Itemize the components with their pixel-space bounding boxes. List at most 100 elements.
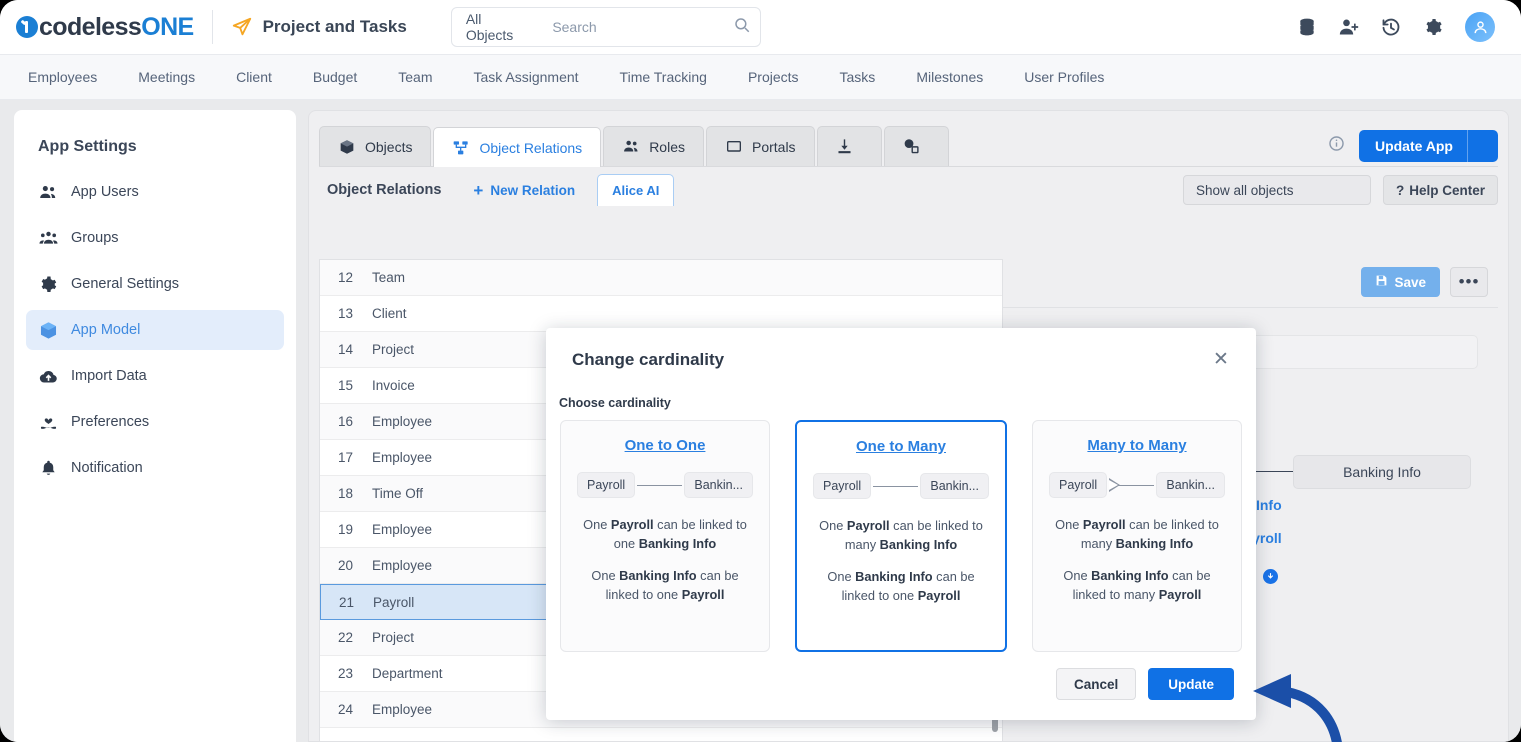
row-id: 18 — [338, 486, 354, 501]
sidebar-item-preferences[interactable]: Preferences — [26, 402, 284, 442]
sidebar-item-notification[interactable]: Notification — [26, 448, 284, 488]
card-title[interactable]: One to Many — [856, 438, 946, 455]
tab-roles[interactable]: Roles — [603, 126, 704, 166]
sidebar-item-label: Import Data — [71, 368, 147, 384]
sidebar-item-app-model[interactable]: App Model — [26, 310, 284, 350]
menu-item-milestones[interactable]: Milestones — [916, 69, 998, 85]
connector-arrow — [1109, 477, 1155, 492]
tab-object-relations[interactable]: Object Relations — [433, 127, 602, 167]
new-relation-button[interactable]: + New Relation — [473, 182, 575, 199]
choose-cardinality-label: Choose cardinality — [559, 396, 671, 410]
card-diagram: Payroll Bankin... — [813, 473, 989, 499]
menu-item-client[interactable]: Client — [236, 69, 287, 85]
object-relations-title: Object Relations — [327, 182, 442, 198]
gear-icon[interactable] — [1423, 17, 1443, 37]
menu-label: Budget — [312, 69, 358, 85]
more-options-button[interactable]: ••• — [1450, 267, 1488, 297]
update-app-button[interactable]: Update App — [1358, 130, 1498, 162]
info-icon[interactable] — [1328, 135, 1345, 157]
row-id: 19 — [338, 522, 354, 537]
tab-portals[interactable]: Portals — [705, 126, 815, 166]
row-id: 17 — [338, 450, 354, 465]
row-id: 24 — [338, 702, 354, 717]
menu-item-projects[interactable]: Projects — [748, 69, 814, 85]
card-description-1: One Payroll can be linked to one Banking… — [575, 516, 755, 553]
help-center-button[interactable]: ? Help Center — [1382, 175, 1498, 205]
menu-item-time-tracking[interactable]: Time Tracking — [620, 69, 722, 85]
paper-plane-icon — [231, 16, 253, 38]
cancel-button[interactable]: Cancel — [1055, 668, 1137, 700]
show-objects-select[interactable]: Show all objects — [1182, 175, 1371, 205]
menu-item-task-assignment[interactable]: Task Assignment — [473, 69, 593, 85]
tab-shapes[interactable] — [883, 126, 949, 166]
sidebar-item-general-settings[interactable]: General Settings — [26, 264, 284, 304]
card-diagram: Payroll Bankin... — [1049, 472, 1225, 498]
app-title-text: Project and Tasks — [262, 17, 407, 36]
update-button[interactable]: Update — [1148, 668, 1234, 700]
cardinality-card-many-to-many[interactable]: Many to Many Payroll Bankin... One Payro… — [1032, 420, 1242, 652]
add-user-icon[interactable] — [1339, 17, 1359, 37]
users-icon — [622, 138, 640, 156]
row-id: 23 — [338, 666, 354, 681]
table-row[interactable]: 13 Client — [320, 296, 1002, 332]
sidebar-item-label: App Model — [71, 322, 141, 338]
desc-prefix: One — [1055, 517, 1083, 532]
app-logo[interactable]: codelessONE — [16, 13, 194, 42]
connector-line — [873, 485, 919, 487]
chip-right-entity: Bankin... — [1156, 472, 1225, 498]
card-description-1: One Payroll can be linked to many Bankin… — [811, 517, 991, 554]
avatar[interactable] — [1465, 12, 1495, 42]
alice-ai-tab[interactable]: Alice AI — [597, 174, 675, 206]
logo-text-blue: ONE — [141, 12, 194, 41]
search-input[interactable] — [538, 19, 734, 35]
menu-item-budget[interactable]: Budget — [313, 69, 372, 85]
row-id: 22 — [338, 630, 354, 645]
sidebar-item-label: General Settings — [71, 276, 180, 292]
chip-left-entity: Payroll — [813, 473, 872, 499]
tab-download[interactable] — [816, 126, 882, 166]
row-id: 20 — [338, 558, 354, 573]
table-row[interactable]: 12 Team — [320, 260, 1002, 296]
sidebar-item-label: Preferences — [71, 414, 150, 430]
relations-icon — [452, 139, 470, 157]
portal-icon — [725, 138, 743, 156]
cardinality-card-one-to-many[interactable]: One to Many Payroll Bankin... One Payrol… — [795, 420, 1007, 652]
cardinality-card-one-to-one[interactable]: One to One Payroll Bankin... One Payroll… — [560, 420, 770, 652]
desc-bold-entity: Payroll — [1082, 517, 1126, 532]
row-id: 13 — [338, 306, 354, 321]
card-title[interactable]: Many to Many — [1087, 437, 1186, 454]
sidebar: App Settings App Users Groups General Se… — [14, 110, 296, 742]
menu-label: Meetings — [138, 69, 196, 85]
menu-label: Employees — [28, 69, 98, 85]
chip-left-entity: Payroll — [1049, 472, 1108, 498]
desc-prefix: One — [827, 569, 856, 585]
history-icon[interactable] — [1381, 17, 1401, 37]
menu-item-meetings[interactable]: Meetings — [138, 69, 210, 85]
modal-header: Change cardinality ✕ — [546, 328, 1256, 370]
search-scope-dropdown[interactable]: All Objects — [452, 11, 538, 43]
sidebar-item-app-users[interactable]: App Users — [26, 172, 284, 212]
sidebar-item-label: Groups — [71, 230, 119, 246]
sidebar-item-import-data[interactable]: Import Data — [26, 356, 284, 396]
menu-item-employees[interactable]: Employees — [28, 69, 112, 85]
desc-bold-entity: Banking Info — [619, 568, 697, 584]
menu-item-user-profiles[interactable]: User Profiles — [1024, 69, 1119, 85]
tab-objects[interactable]: Objects — [319, 126, 432, 166]
groups-icon — [38, 228, 58, 248]
desc-bold-entity: Banking Info — [855, 569, 933, 585]
close-icon[interactable]: ✕ — [1208, 346, 1234, 372]
menu-label: Projects — [747, 69, 799, 85]
card-title[interactable]: One to One — [625, 437, 706, 454]
search-icon[interactable] — [733, 16, 751, 39]
database-icon[interactable] — [1297, 17, 1317, 37]
menu-item-team[interactable]: Team — [398, 69, 447, 85]
sidebar-item-groups[interactable]: Groups — [26, 218, 284, 258]
menu-item-tasks[interactable]: Tasks — [840, 69, 891, 85]
save-button[interactable]: Save — [1361, 267, 1440, 297]
node-label: Banking Info — [1343, 464, 1421, 480]
tab-label: Roles — [649, 138, 685, 155]
diagram-node-banking-info[interactable]: Banking Info — [1293, 455, 1471, 489]
card-description-2: One Banking Info can be linked to one Pa… — [575, 567, 755, 604]
row-id: 21 — [339, 594, 355, 610]
menu-label: Team — [398, 69, 433, 85]
